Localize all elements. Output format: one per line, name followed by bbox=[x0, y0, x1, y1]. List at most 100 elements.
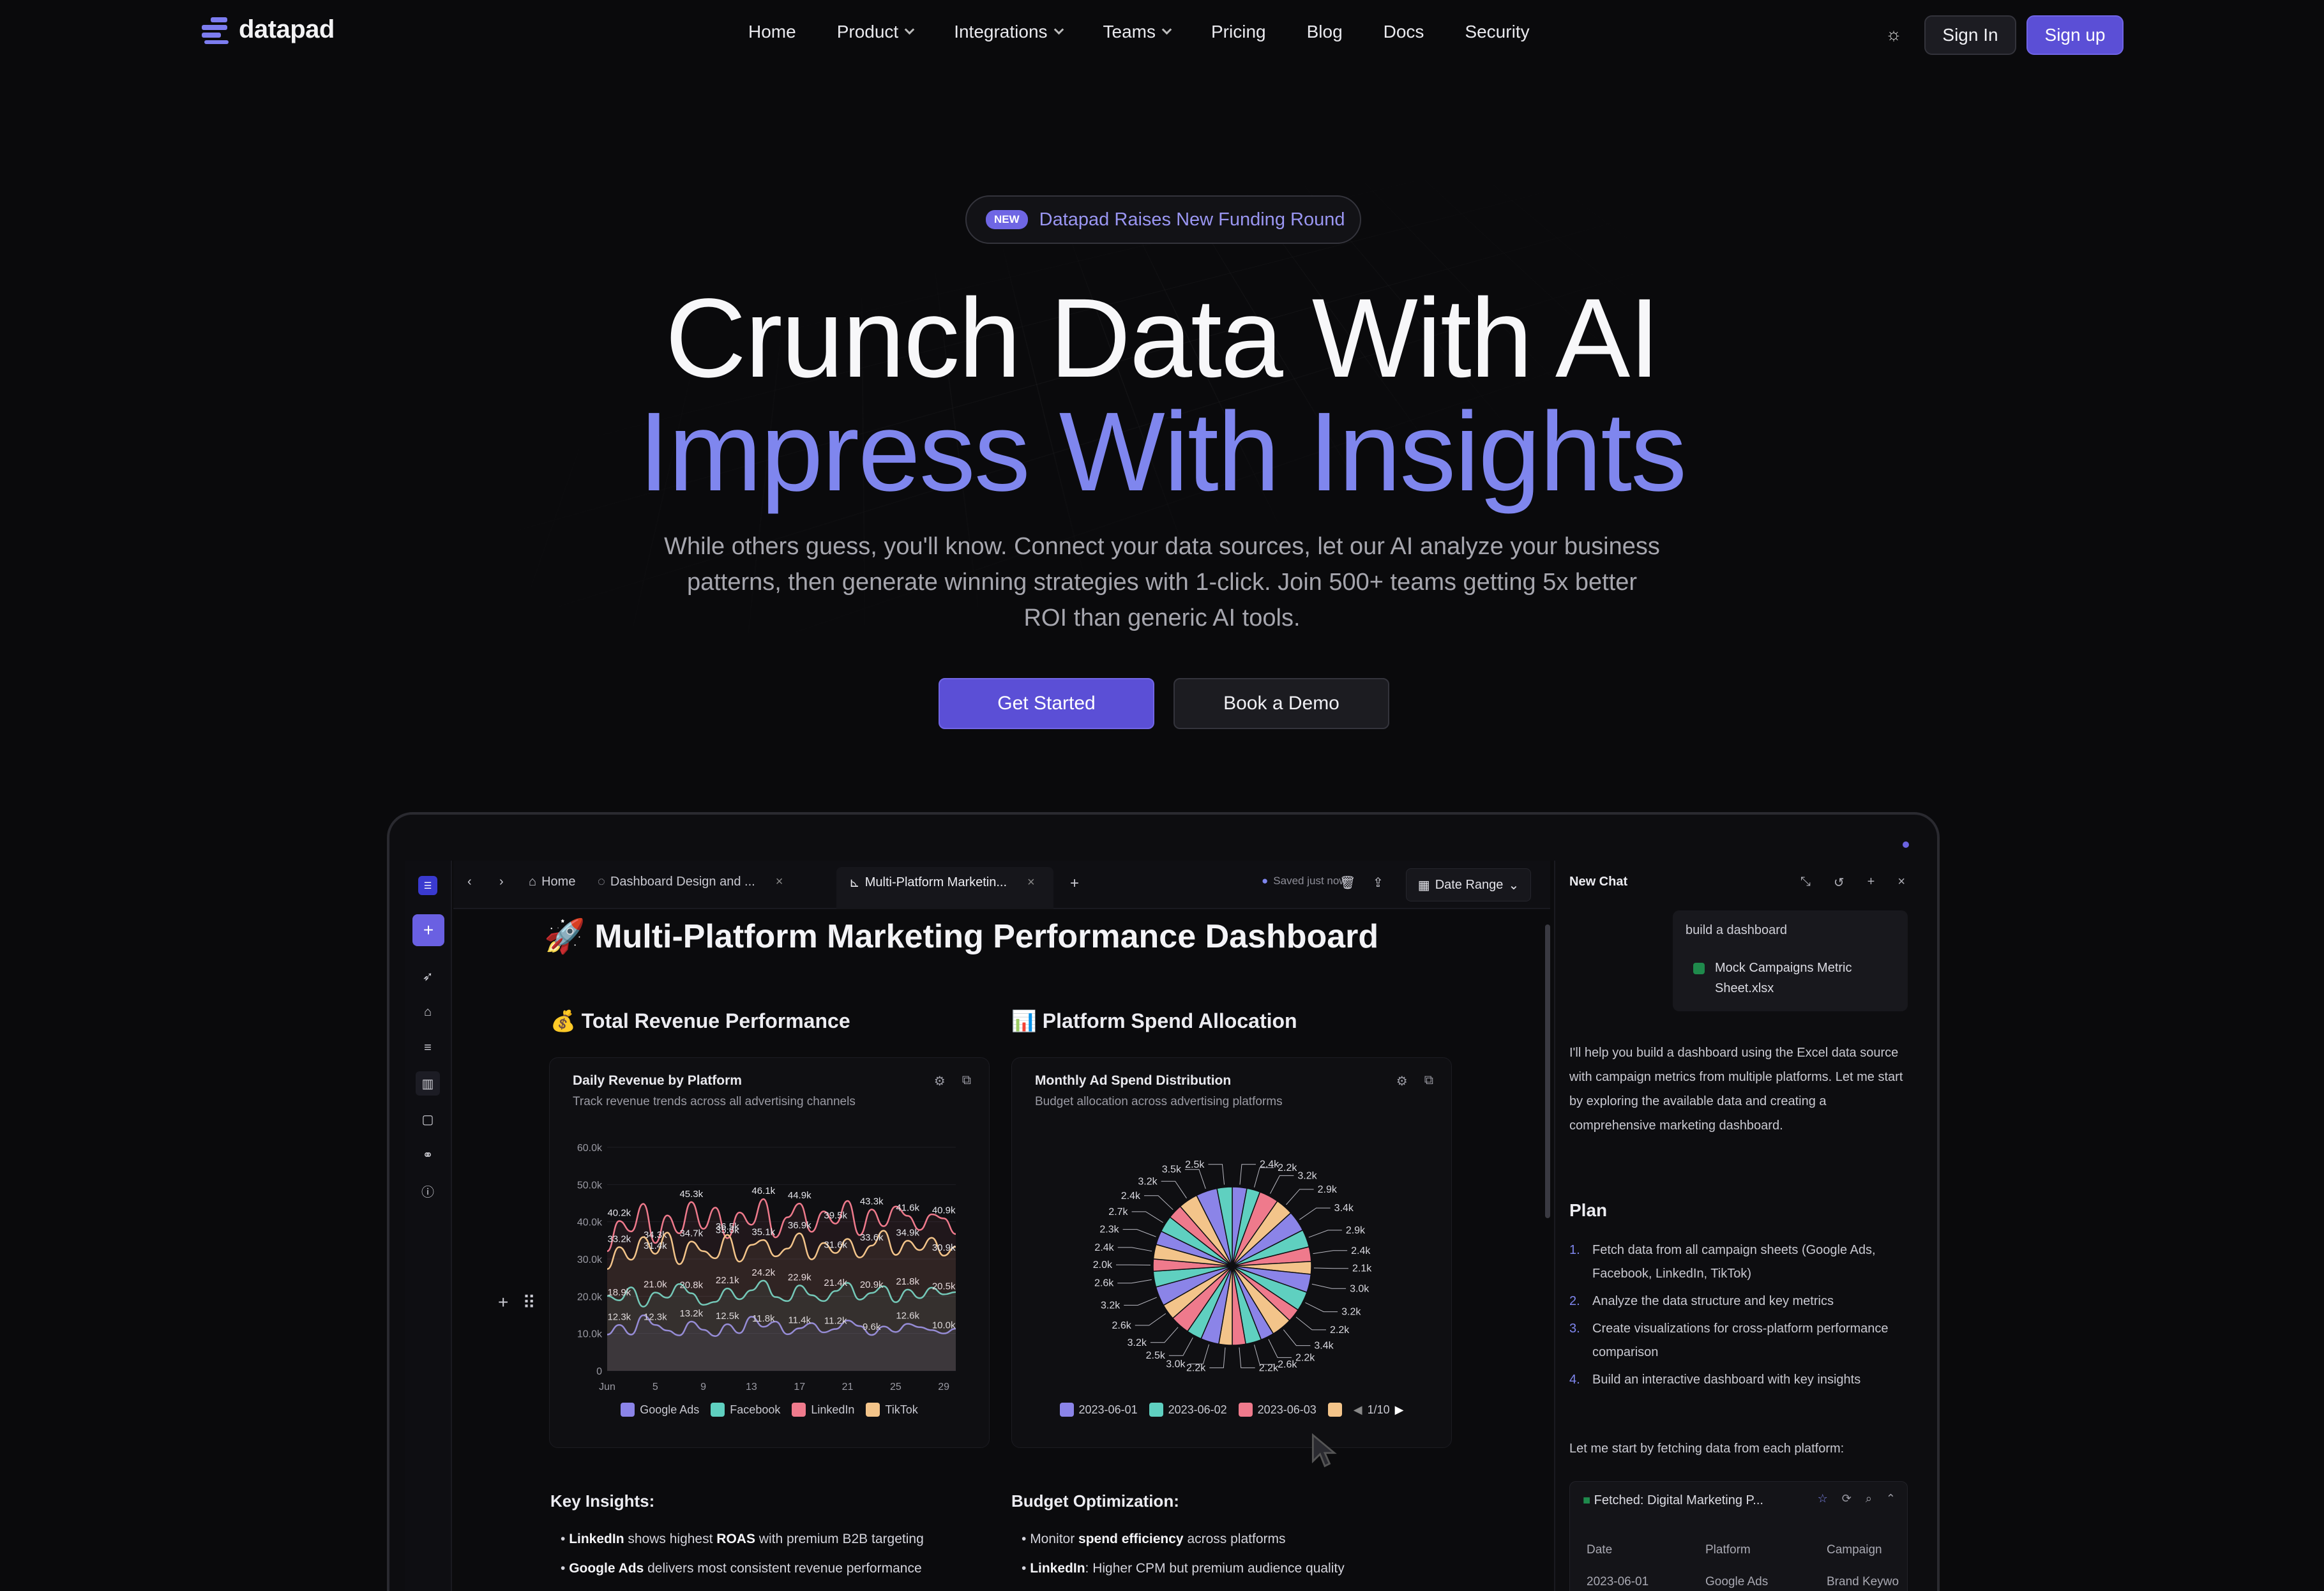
sign-up-button[interactable]: Sign up bbox=[2026, 15, 2124, 55]
user-message-text: build a dashboard bbox=[1686, 923, 1788, 937]
date-range-select[interactable]: ▦ Date Range ⌄ bbox=[1406, 868, 1531, 901]
slice-label: 2.3k bbox=[1099, 1225, 1119, 1235]
spend-section-title: 📊 Platform Spend Allocation bbox=[1011, 1009, 1297, 1032]
new-tab-icon[interactable]: + bbox=[1070, 875, 1079, 893]
leader-line bbox=[1254, 1167, 1274, 1188]
slice-label: 2.4k bbox=[1121, 1191, 1141, 1202]
leader-line bbox=[1270, 1175, 1294, 1194]
chart-icon[interactable]: ▥ bbox=[416, 1071, 440, 1096]
legend-item[interactable]: 2023-06-03 bbox=[1238, 1403, 1317, 1417]
leader-line bbox=[1122, 1229, 1156, 1237]
star-icon[interactable]: ☆ bbox=[1818, 1492, 1828, 1505]
tab-multi-platform[interactable]: ⊾ Multi-Platform Marketin... × bbox=[849, 875, 1035, 891]
data-label: 39.5k bbox=[824, 1210, 847, 1221]
legend-item[interactable]: LinkedIn bbox=[792, 1403, 854, 1417]
slice-label: 2.2k bbox=[1330, 1325, 1350, 1336]
trash-icon[interactable]: 🗑 bbox=[1339, 875, 1355, 891]
x-tick-label: 25 bbox=[890, 1382, 902, 1392]
scrollbar[interactable] bbox=[1545, 924, 1550, 1218]
data-label: 33.6k bbox=[860, 1232, 884, 1243]
leader-line bbox=[1189, 1344, 1210, 1364]
back-icon[interactable]: ‹ bbox=[467, 875, 472, 889]
legend-pager[interactable]: ◀ 1/10 ▶ bbox=[1354, 1403, 1404, 1417]
legend-item[interactable]: 2023-06-02 bbox=[1149, 1403, 1227, 1417]
forward-icon[interactable]: › bbox=[499, 875, 504, 889]
sun-icon[interactable]: ☼ bbox=[1883, 24, 1904, 45]
legend-item[interactable]: TikTok bbox=[866, 1403, 918, 1417]
workspace-logo-icon[interactable]: ☰ bbox=[418, 876, 437, 895]
leader-line bbox=[1117, 1279, 1152, 1284]
data-label: 45.3k bbox=[679, 1189, 703, 1200]
legend-item[interactable]: Google Ads bbox=[621, 1403, 699, 1417]
nav-item-teams[interactable]: Teams bbox=[1103, 22, 1172, 42]
fetched-table: Date Platform Campaign 2023-06-01 Google Ad… bbox=[1587, 1534, 1906, 1591]
user-message: build a dashboard Mock Campaigns Metric … bbox=[1673, 910, 1908, 1011]
slice-label: 2.2k bbox=[1186, 1362, 1206, 1373]
table-header: Date Platform Campaign bbox=[1587, 1543, 1882, 1557]
home-icon: ⌂ bbox=[529, 875, 537, 889]
get-started-button[interactable]: Get Started bbox=[939, 678, 1154, 729]
leader-line bbox=[1161, 1180, 1187, 1199]
sign-in-button[interactable]: Sign In bbox=[1924, 15, 2016, 55]
announcement-badge[interactable]: NEW Datapad Raises New Funding Round bbox=[965, 195, 1361, 244]
home-icon[interactable]: ⌂ bbox=[416, 1000, 440, 1024]
headline-line-2: Impress With Insights bbox=[638, 389, 1687, 515]
assistant-followup: Let me start by fetching data from each … bbox=[1569, 1442, 1845, 1456]
database-icon[interactable]: ≡ bbox=[416, 1036, 440, 1060]
excel-file-icon bbox=[1693, 963, 1705, 974]
drag-handle-icon[interactable]: ⠿ bbox=[522, 1292, 536, 1313]
attachment-name[interactable]: Mock Campaigns Metric Sheet.xlsx bbox=[1715, 958, 1894, 999]
x-tick-label: 13 bbox=[746, 1382, 757, 1392]
leader-line bbox=[1286, 1189, 1314, 1205]
book-demo-button[interactable]: Book a Demo bbox=[1173, 678, 1389, 729]
nav-item-docs[interactable]: Docs bbox=[1384, 22, 1424, 42]
nav-item-product[interactable]: Product bbox=[837, 22, 915, 42]
chat-icon: ◌ bbox=[598, 875, 605, 889]
nav-item-blog[interactable]: Blog bbox=[1307, 22, 1343, 42]
legend-item[interactable] bbox=[1327, 1403, 1342, 1417]
leader-line bbox=[1305, 1302, 1338, 1313]
search-icon[interactable]: ⌕ bbox=[1866, 1492, 1872, 1505]
legend-item[interactable]: Facebook bbox=[711, 1403, 780, 1417]
nav-item-pricing[interactable]: Pricing bbox=[1211, 22, 1266, 42]
slice-label: 2.4k bbox=[1094, 1242, 1114, 1253]
leader-line bbox=[1208, 1164, 1225, 1185]
info-icon[interactable]: ⓘ bbox=[416, 1179, 440, 1203]
slice-label: 3.5k bbox=[1162, 1165, 1182, 1175]
logo[interactable]: datapad bbox=[202, 15, 335, 44]
slice-label: 3.2k bbox=[1101, 1300, 1120, 1311]
nav-item-home[interactable]: Home bbox=[748, 22, 796, 42]
nav-item-integrations[interactable]: Integrations bbox=[954, 22, 1064, 42]
slice-label: 2.6k bbox=[1278, 1359, 1297, 1370]
new-item-icon[interactable]: + bbox=[412, 914, 444, 946]
leader-line bbox=[1311, 1283, 1347, 1289]
chevron-down-icon bbox=[1161, 24, 1172, 34]
new-chat-icon[interactable]: + bbox=[1867, 875, 1875, 891]
close-icon[interactable]: × bbox=[776, 875, 783, 889]
refresh-icon[interactable]: ⟳ bbox=[1842, 1492, 1852, 1505]
slice-label: 3.0k bbox=[1166, 1359, 1186, 1369]
nav-item-security[interactable]: Security bbox=[1465, 22, 1529, 42]
chevron-up-icon[interactable]: ⌃ bbox=[1886, 1492, 1896, 1505]
x-tick-label: 9 bbox=[700, 1382, 706, 1392]
close-icon[interactable]: × bbox=[1898, 875, 1905, 891]
spend-chart-legend: 2023-06-01 2023-06-02 2023-06-03 ◀ 1/10 ▶ bbox=[1012, 1403, 1451, 1417]
document-icon[interactable]: ▢ bbox=[416, 1107, 440, 1131]
list-item: 4. Build an interactive dashboard with ke… bbox=[1569, 1373, 1861, 1387]
list-item: 1. Fetch data from all campaign sheets (G… bbox=[1569, 1243, 1876, 1281]
history-icon[interactable]: ↺ bbox=[1834, 875, 1845, 891]
slice-label: 2.2k bbox=[1278, 1163, 1297, 1173]
rocket-icon[interactable]: ➶ bbox=[416, 964, 440, 988]
slice-label: 2.6k bbox=[1094, 1278, 1114, 1289]
close-icon[interactable]: × bbox=[1027, 875, 1035, 890]
slice-label: 2.6k bbox=[1112, 1320, 1132, 1331]
share-icon[interactable]: ⇪ bbox=[1373, 875, 1384, 891]
tab-home[interactable]: ⌂ Home bbox=[529, 875, 575, 889]
connections-icon[interactable]: ⚭ bbox=[416, 1143, 440, 1167]
add-block-icon[interactable]: + bbox=[498, 1292, 508, 1313]
tab-dashboard-design[interactable]: ◌ Dashboard Design and ... × bbox=[598, 875, 783, 889]
legend-item[interactable]: 2023-06-01 bbox=[1059, 1403, 1138, 1417]
collapse-icon[interactable]: ⤡ bbox=[1800, 875, 1811, 891]
spend-pie-chart: 2.4k2.2k3.2k2.9k3.4k2.9k2.4k2.1k3.0k3.2k… bbox=[1093, 1159, 1372, 1374]
status-dot-icon: ● bbox=[1262, 875, 1269, 887]
